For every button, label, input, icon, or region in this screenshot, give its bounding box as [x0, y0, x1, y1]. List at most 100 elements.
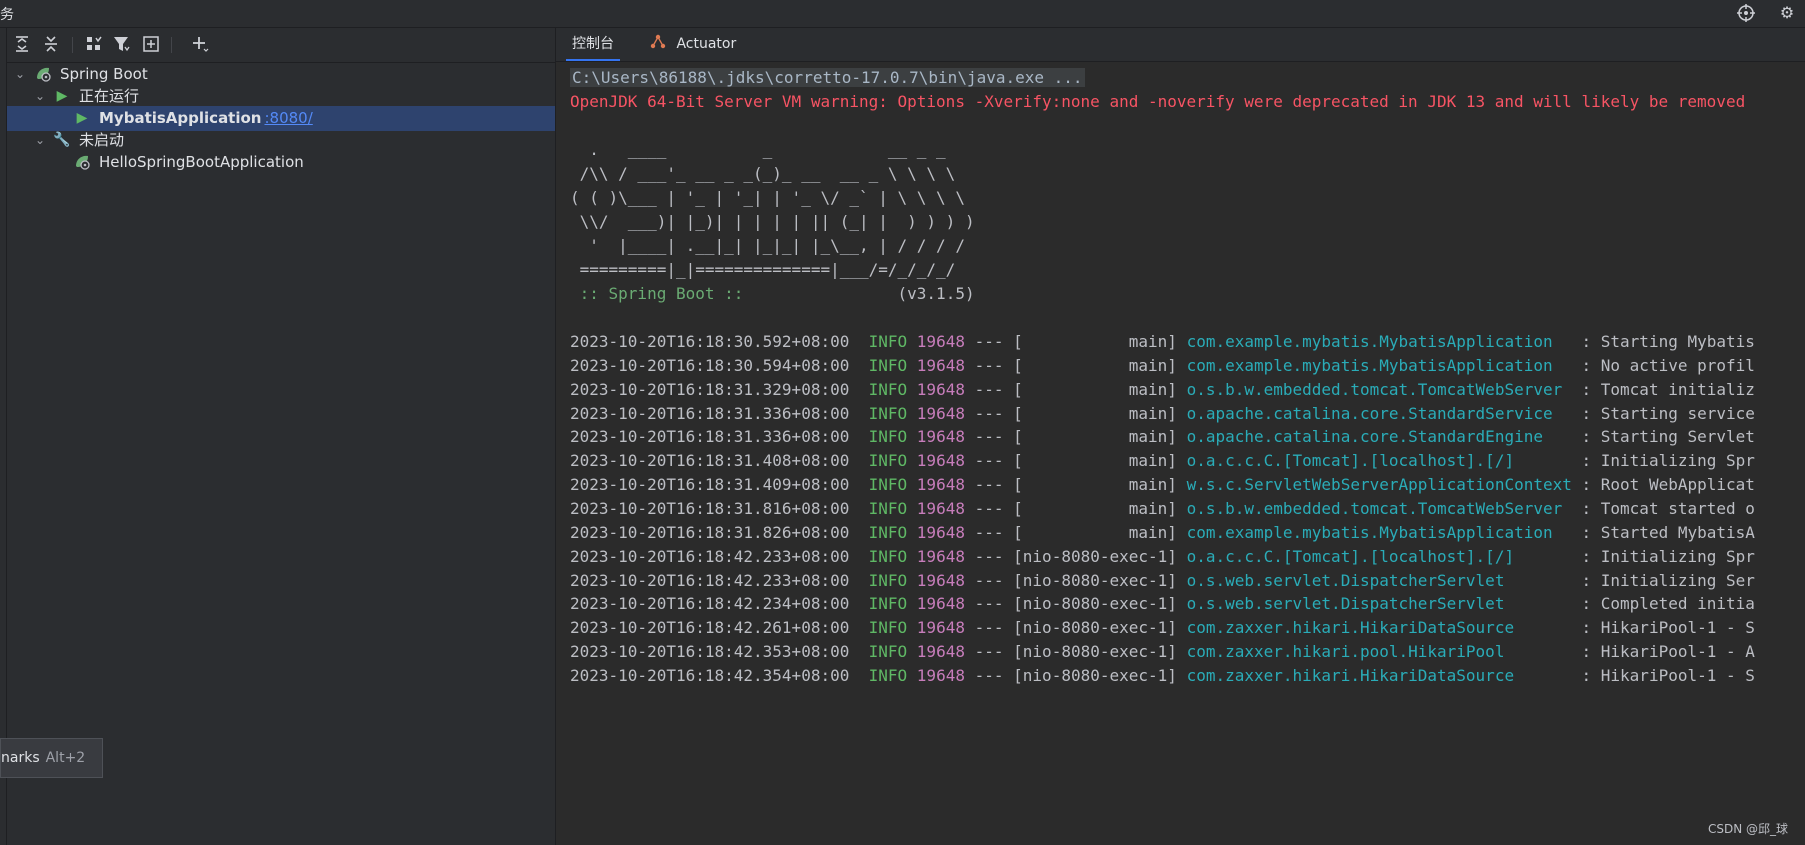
gear-icon[interactable]: ⚙ — [1778, 4, 1796, 22]
log-line: 2023-10-20T16:18:30.594+08:00 INFO 19648… — [570, 354, 1755, 378]
app-name: MybatisApplication — [99, 109, 262, 127]
log-message: : HikariPool-1 - S — [1571, 618, 1755, 638]
log-separator: --- — [974, 427, 1004, 447]
log-thread: [nio-8080-exec-1] — [1013, 665, 1177, 685]
log-timestamp: 2023-10-20T16:18:31.409+08:00 — [570, 475, 850, 495]
target-icon[interactable] — [1737, 4, 1755, 22]
log-class: com.example.mybatis.MybatisApplication — [1186, 355, 1572, 375]
log-timestamp: 2023-10-20T16:18:31.826+08:00 — [570, 522, 850, 542]
log-separator: --- — [974, 332, 1004, 351]
tab-console[interactable]: 控制台 — [566, 28, 620, 61]
log-level: INFO — [868, 498, 908, 518]
log-timestamp: 2023-10-20T16:18:31.408+08:00 — [570, 451, 850, 471]
log-timestamp: 2023-10-20T16:18:31.336+08:00 — [570, 403, 850, 423]
log-line: 2023-10-20T16:18:31.336+08:00 INFO 19648… — [570, 425, 1755, 449]
title-bar: 务 ⚙ — [0, 0, 1805, 28]
log-message: : Tomcat initializ — [1571, 379, 1755, 399]
log-line: 2023-10-20T16:18:30.592+08:00 INFO 19648… — [570, 330, 1755, 354]
log-pid: 19648 — [916, 498, 965, 518]
log-class: o.s.b.w.embedded.tomcat.TomcatWebServer — [1186, 498, 1572, 518]
port-link[interactable]: :8080/ — [264, 109, 312, 127]
log-pid: 19648 — [916, 355, 965, 375]
services-toolbar — [7, 28, 555, 63]
log-separator: --- — [974, 546, 1004, 566]
log-level: INFO — [868, 403, 908, 423]
log-level: INFO — [868, 451, 908, 471]
log-message: : Tomcat started o — [1571, 498, 1755, 518]
log-timestamp: 2023-10-20T16:18:42.233+08:00 — [570, 546, 850, 566]
log-message: : Root WebApplicat — [1571, 475, 1755, 495]
actuator-icon — [650, 34, 670, 52]
log-line: 2023-10-20T16:18:31.336+08:00 INFO 19648… — [570, 402, 1755, 426]
log-level: INFO — [868, 427, 908, 447]
log-thread: [nio-8080-exec-1] — [1013, 618, 1177, 638]
log-class: o.s.web.servlet.DispatcherServlet — [1186, 570, 1572, 590]
log-class: o.a.c.c.C.[Tomcat].[localhost].[/] — [1186, 546, 1572, 566]
log-thread: [ main] — [1013, 451, 1177, 471]
log-level: INFO — [868, 379, 908, 399]
expand-all-icon[interactable] — [11, 35, 33, 55]
log-line: 2023-10-20T16:18:31.329+08:00 INFO 19648… — [570, 378, 1755, 402]
log-message: : Initializing Spr — [1571, 546, 1755, 566]
command-text[interactable]: C:\Users\86188\.jdks\corretto-17.0.7\bin… — [570, 68, 1085, 87]
log-thread: [nio-8080-exec-1] — [1013, 642, 1177, 662]
tree-node-label: HelloSpringBootApplication — [99, 153, 304, 171]
log-pid: 19648 — [916, 451, 965, 471]
spring-boot-icon — [73, 150, 91, 175]
log-pid: 19648 — [916, 379, 965, 399]
log-class: com.zaxxer.hikari.pool.HikariPool — [1186, 642, 1572, 662]
log-line: 2023-10-20T16:18:31.826+08:00 INFO 19648… — [570, 521, 1755, 545]
log-timestamp: 2023-10-20T16:18:31.329+08:00 — [570, 379, 850, 399]
log-class: w.s.c.ServletWebServerApplicationContext — [1186, 475, 1572, 495]
log-separator: --- — [974, 355, 1004, 375]
log-pid: 19648 — [916, 570, 965, 590]
log-line: 2023-10-20T16:18:31.409+08:00 INFO 19648… — [570, 473, 1755, 497]
tab-label: Actuator — [676, 36, 737, 52]
log-class: o.a.c.c.C.[Tomcat].[localhost].[/] — [1186, 451, 1572, 471]
toolbar-separator — [171, 37, 172, 53]
banner-line: /\\ / ___'_ __ _ _(_)_ __ __ _ \ \ \ \ — [570, 164, 956, 183]
log-class: com.zaxxer.hikari.HikariDataSource — [1186, 665, 1572, 685]
log-message: : Started MybatisA — [1571, 522, 1755, 542]
log-timestamp: 2023-10-20T16:18:30.594+08:00 — [570, 355, 850, 375]
log-level: INFO — [868, 522, 908, 542]
log-pid: 19648 — [916, 546, 965, 566]
log-separator: --- — [974, 475, 1004, 495]
log-line: 2023-10-20T16:18:31.408+08:00 INFO 19648… — [570, 449, 1755, 473]
log-line: 2023-10-20T16:18:42.233+08:00 INFO 19648… — [570, 569, 1755, 593]
log-level: INFO — [868, 332, 908, 351]
log-pid: 19648 — [916, 665, 965, 685]
group-by-icon[interactable] — [83, 35, 105, 55]
log-thread: [nio-8080-exec-1] — [1013, 546, 1177, 566]
tree-node-hello-springboot-application[interactable]: HelloSpringBootApplication — [7, 150, 555, 175]
log-thread: [nio-8080-exec-1] — [1013, 570, 1177, 590]
add-icon[interactable] — [189, 35, 211, 55]
console-warning-line: OpenJDK 64-Bit Server VM warning: Option… — [570, 92, 1746, 111]
log-pid: 19648 — [916, 522, 965, 542]
log-thread: [nio-8080-exec-1] — [1013, 594, 1177, 614]
log-separator: --- — [974, 403, 1004, 423]
toolbar-separator — [72, 37, 73, 53]
log-thread: [ main] — [1013, 403, 1177, 423]
log-line: 2023-10-20T16:18:31.816+08:00 INFO 19648… — [570, 497, 1755, 521]
log-line: 2023-10-20T16:18:42.234+08:00 INFO 19648… — [570, 592, 1755, 616]
console-output[interactable]: C:\Users\86188\.jdks\corretto-17.0.7\bin… — [556, 62, 1805, 845]
banner-line: . ____ _ __ _ _ — [570, 140, 946, 159]
tooltip-label: narks — [1, 750, 40, 766]
filter-icon[interactable] — [111, 35, 133, 55]
log-timestamp: 2023-10-20T16:18:42.353+08:00 — [570, 642, 850, 662]
log-pid: 19648 — [916, 403, 965, 423]
log-timestamp: 2023-10-20T16:18:31.816+08:00 — [570, 498, 850, 518]
watermark: CSDN @邱_球 — [1708, 822, 1789, 836]
log-message: : HikariPool-1 - S — [1571, 665, 1755, 685]
collapse-all-icon[interactable] — [40, 35, 62, 55]
log-message: : HikariPool-1 - A — [1571, 642, 1755, 662]
window-title: 务 — [0, 7, 14, 23]
log-level: INFO — [868, 618, 908, 638]
console-command-line[interactable]: C:\Users\86188\.jdks\corretto-17.0.7\bin… — [570, 66, 1085, 90]
log-level: INFO — [868, 570, 908, 590]
log-message: : Starting Servlet — [1571, 427, 1755, 447]
tab-actuator[interactable]: Actuator — [644, 28, 742, 61]
spring-boot-version-line: :: Spring Boot :: (v3.1.5) — [570, 282, 975, 306]
new-tab-icon[interactable] — [140, 35, 162, 55]
